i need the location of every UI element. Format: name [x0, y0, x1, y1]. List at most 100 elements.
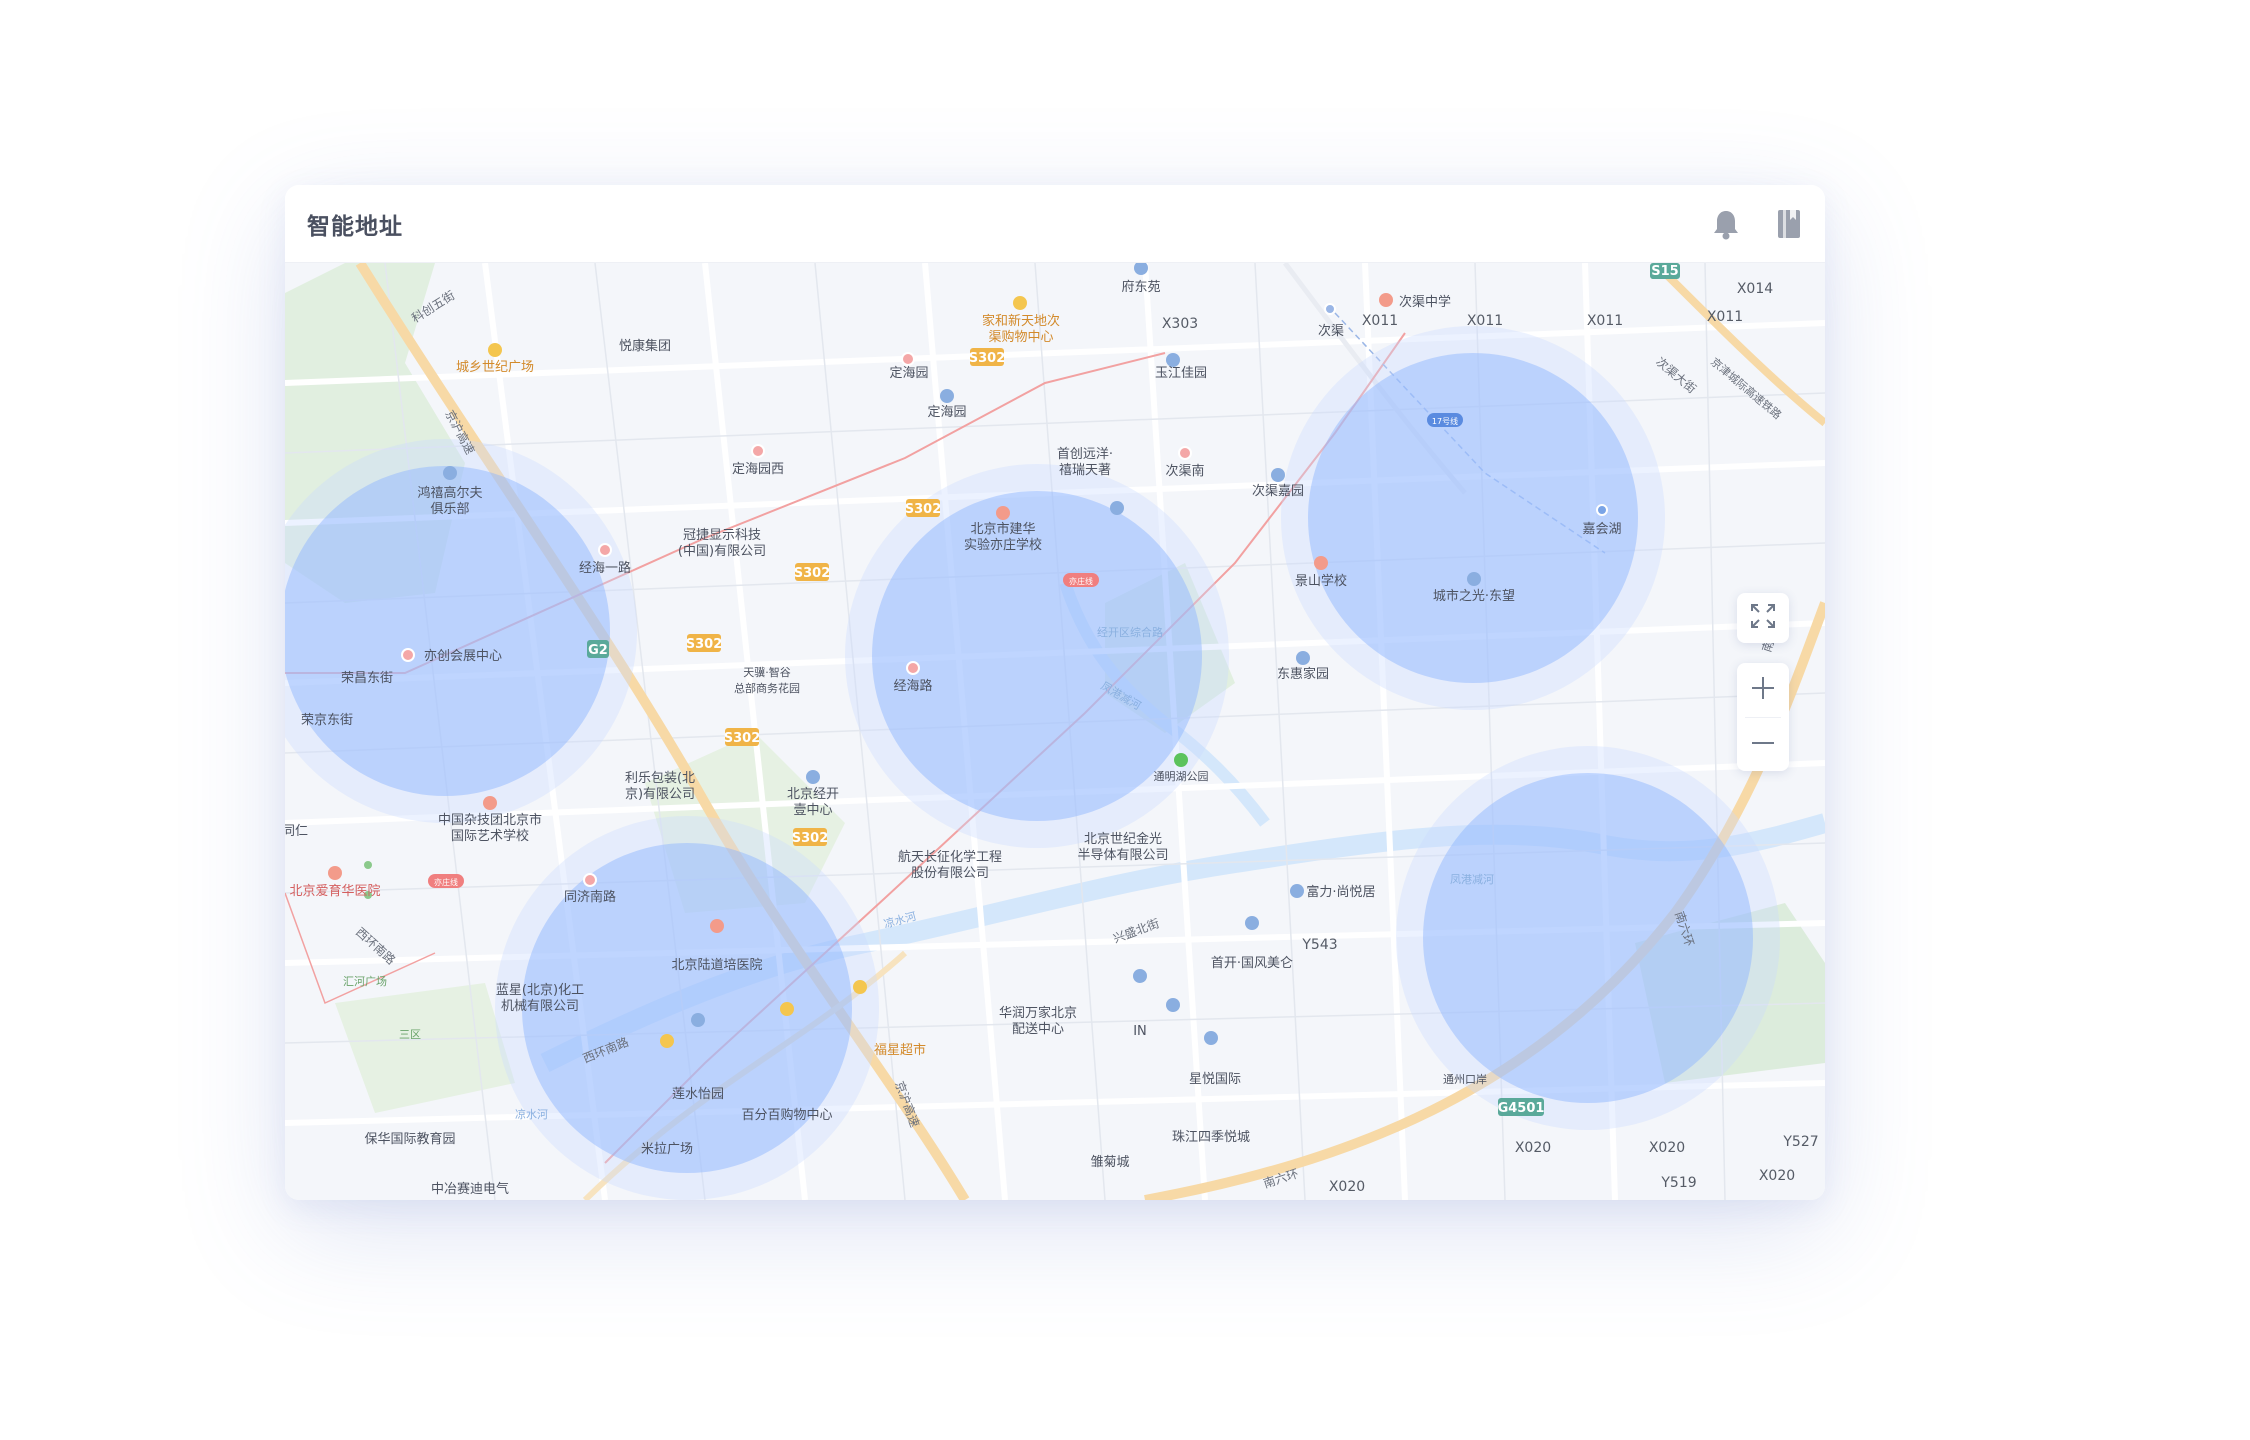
road-shield: G4501 [1498, 1098, 1545, 1116]
place-label: 定海园 [927, 405, 966, 420]
zoom-in-icon [1750, 675, 1776, 705]
bell-icon[interactable] [1711, 208, 1741, 240]
place-label: 中冶赛迪电气 [431, 1181, 509, 1197]
place-label: 航天长征化学工程 [898, 849, 1002, 865]
place-label: 同济南路 [564, 889, 616, 905]
park-area [335, 983, 515, 1113]
road-shield: S302 [905, 499, 942, 517]
place-label: 实验亦庄学校 [964, 537, 1042, 553]
place-label: 通明湖公园 [1154, 770, 1209, 783]
road-code: X011 [1362, 313, 1398, 329]
place-label: 福星超市 [874, 1042, 926, 1058]
place-label: 股份有限公司 [911, 866, 989, 881]
place-label: 定海园 [889, 366, 928, 381]
svg-text:S302: S302 [792, 831, 829, 846]
road-code: X011 [1587, 313, 1623, 329]
place-label: 荣昌东街 [341, 671, 393, 686]
road-shield: S302 [792, 828, 829, 846]
road-code: Y527 [1782, 1134, 1818, 1150]
place-label: 首开·国风美仑 [1211, 956, 1293, 971]
app-window: 智能地址 S302 S302 S302 S302 S302 S302 G2 S1… [285, 185, 1825, 1200]
place-label: 天骥·智谷 [743, 665, 791, 679]
water-label: 经开区综合路 [1097, 625, 1163, 639]
road-shield: G2 [587, 640, 609, 658]
place-label: 京)有限公司 [625, 787, 695, 802]
road-shield: S302 [724, 728, 761, 746]
coverage-zones [285, 326, 1780, 1200]
place-label: 半导体有限公司 [1077, 848, 1168, 863]
road-code: X020 [1515, 1140, 1551, 1156]
place-label: 三区 [399, 1028, 421, 1041]
place-label: 冠捷显示科技 [683, 528, 761, 543]
page-title: 智能地址 [307, 213, 403, 240]
place-label: 壹中心 [793, 803, 832, 818]
map-base: S302 S302 S302 S302 S302 S302 G2 S15 G45… [285, 263, 1825, 1200]
place-label: 定海园西 [732, 462, 784, 477]
line-badge: 17号线 [1432, 416, 1458, 426]
zoom-out-button[interactable] [1737, 718, 1789, 772]
place-label: 禧瑞天著 [1059, 463, 1111, 478]
book-icon[interactable] [1775, 208, 1803, 240]
road-code: Y543 [1301, 937, 1337, 953]
road-shield: S302 [969, 348, 1006, 366]
place-label: 中国杂技团北京市 [438, 812, 542, 828]
line-badge: 亦庄线 [434, 877, 458, 887]
place-label: 北京世纪金光 [1084, 831, 1162, 847]
svg-text:G4501: G4501 [1498, 1101, 1545, 1116]
place-label: 北京市建华 [970, 521, 1035, 537]
place-label: 荣京东街 [301, 713, 353, 728]
place-label: 利乐包装(北 [625, 771, 695, 786]
place-label: 珠江四季悦城 [1172, 1130, 1250, 1145]
water-label: 凤港减河 [1450, 873, 1494, 886]
place-label: 同仁 [285, 824, 308, 839]
street-label: 京津城际高速铁路 [1708, 355, 1784, 422]
road-shield: S302 [686, 634, 722, 652]
place-label: 玉江佳园 [1155, 366, 1207, 381]
place-label: 嘉会湖 [1582, 522, 1621, 537]
place-label: 首创远洋· [1057, 447, 1113, 462]
place-label: 府东苑 [1121, 280, 1160, 295]
place-label: 国际艺术学校 [451, 828, 529, 844]
fullscreen-icon [1749, 602, 1777, 634]
place-label: 保华国际教育园 [364, 1131, 455, 1147]
place-label: 经海路 [893, 678, 932, 694]
road-shield: S15 [1650, 263, 1680, 279]
svg-text:S302: S302 [969, 351, 1006, 366]
fullscreen-button[interactable] [1737, 593, 1789, 643]
place-label: (中国)有限公司 [678, 544, 766, 559]
place-label: 北京爱育华医院 [289, 883, 380, 899]
water-label: 凉水河 [515, 1107, 548, 1121]
place-label: 城市之光·东望 [1433, 588, 1515, 604]
place-label: 配送中心 [1012, 1022, 1064, 1037]
place-label: 经海一路 [579, 560, 631, 576]
place-label: 亦创会展中心 [424, 648, 502, 664]
coverage-zone[interactable] [1423, 773, 1753, 1103]
road-code: Y519 [1660, 1175, 1696, 1191]
place-label: 莲水怡园 [672, 1087, 724, 1102]
top-bar: 智能地址 [285, 185, 1825, 263]
place-label: 华润万家北京 [999, 1005, 1077, 1021]
place-label: 悦康集团 [619, 338, 671, 354]
zoom-out-icon [1750, 730, 1776, 760]
map-canvas[interactable]: S302 S302 S302 S302 S302 S302 G2 S15 G45… [285, 263, 1825, 1200]
road-code: X014 [1737, 281, 1773, 297]
zoom-control [1737, 663, 1789, 771]
header-actions [1711, 208, 1803, 240]
svg-text:S302: S302 [905, 502, 942, 517]
place-label: 渠购物中心 [988, 329, 1053, 345]
svg-text:S302: S302 [724, 731, 761, 746]
road-code: X020 [1329, 1179, 1365, 1195]
place-label: 景山学校 [1295, 573, 1347, 589]
place-label: 通州口岸 [1443, 1073, 1487, 1086]
svg-text:S302: S302 [794, 566, 831, 581]
place-label: 蓝星(北京)化工 [496, 983, 584, 998]
place-label: 雏菊城 [1090, 1154, 1129, 1170]
road-code: X011 [1707, 309, 1743, 325]
coverage-zone[interactable] [1308, 353, 1638, 683]
svg-text:S15: S15 [1651, 264, 1678, 279]
road-code: X020 [1759, 1168, 1795, 1184]
place-label: 家和新天地次 [982, 313, 1060, 329]
road-code: X011 [1467, 313, 1503, 329]
zoom-in-button[interactable] [1737, 663, 1789, 717]
place-label: 机械有限公司 [501, 999, 579, 1014]
